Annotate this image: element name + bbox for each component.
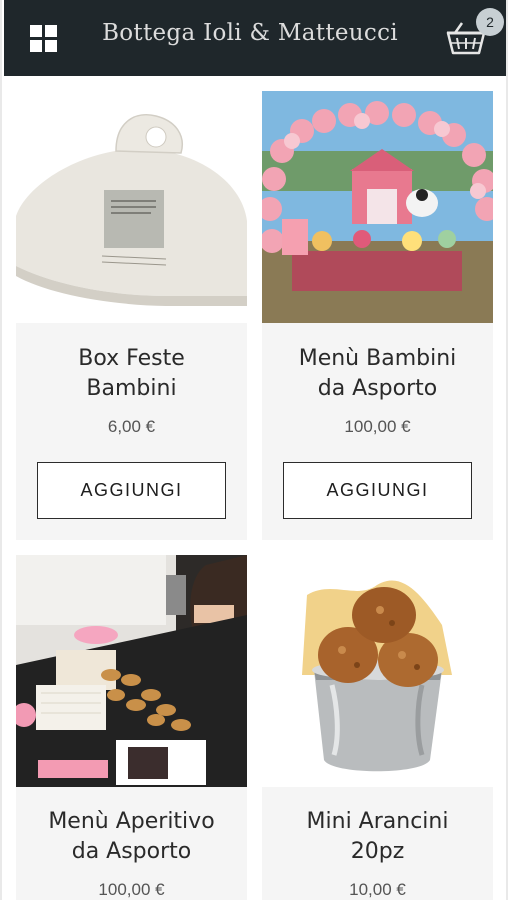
product-image[interactable] bbox=[16, 91, 247, 323]
product-title: Menù Aperitivo da Asporto bbox=[24, 807, 239, 867]
product-card[interactable]: Menù Aperitivo da Asporto 100,00 € bbox=[16, 555, 247, 900]
product-title: Mini Arancini 20pz bbox=[270, 807, 485, 867]
cart-count-badge: 2 bbox=[476, 8, 504, 36]
product-title-line1: Menù Bambini bbox=[298, 346, 457, 371]
product-title: Box Feste Bambini bbox=[24, 344, 239, 404]
brand-title: Bottega Ioli & Matteucci bbox=[102, 20, 398, 46]
product-price: 100,00 € bbox=[98, 880, 165, 899]
product-price: 6,00 € bbox=[107, 417, 156, 436]
product-title-line2: da Asporto bbox=[71, 839, 192, 864]
product-title-line1: Box Feste bbox=[78, 346, 185, 371]
product-title-line2: 20pz bbox=[350, 839, 405, 864]
product-image[interactable] bbox=[262, 91, 493, 323]
product-card[interactable]: Menù Bambini da Asporto 100,00 € AGGIUNG… bbox=[262, 91, 493, 540]
grid-menu-icon[interactable] bbox=[30, 25, 57, 52]
product-title-line2: da Asporto bbox=[317, 376, 438, 401]
product-image[interactable] bbox=[262, 555, 493, 787]
product-card[interactable]: Mini Arancini 20pz 10,00 € bbox=[262, 555, 493, 900]
top-bar: Bottega Ioli & Matteucci 2 bbox=[4, 0, 506, 76]
product-title-line1: Mini Arancini bbox=[306, 809, 449, 834]
cart-button[interactable]: 2 bbox=[446, 8, 504, 62]
product-image[interactable] bbox=[16, 555, 247, 787]
product-price: 100,00 € bbox=[344, 417, 411, 436]
add-to-cart-button[interactable]: AGGIUNGI bbox=[37, 462, 226, 519]
add-to-cart-button[interactable]: AGGIUNGI bbox=[283, 462, 472, 519]
product-card[interactable]: Box Feste Bambini 6,00 € AGGIUNGI bbox=[16, 91, 247, 540]
product-title-line1: Menù Aperitivo bbox=[48, 809, 215, 834]
product-title-line2: Bambini bbox=[86, 376, 177, 401]
app-screen: Bottega Ioli & Matteucci 2 Box Feste Bam… bbox=[0, 0, 508, 900]
product-price: 10,00 € bbox=[349, 880, 406, 899]
product-title: Menù Bambini da Asporto bbox=[270, 344, 485, 404]
